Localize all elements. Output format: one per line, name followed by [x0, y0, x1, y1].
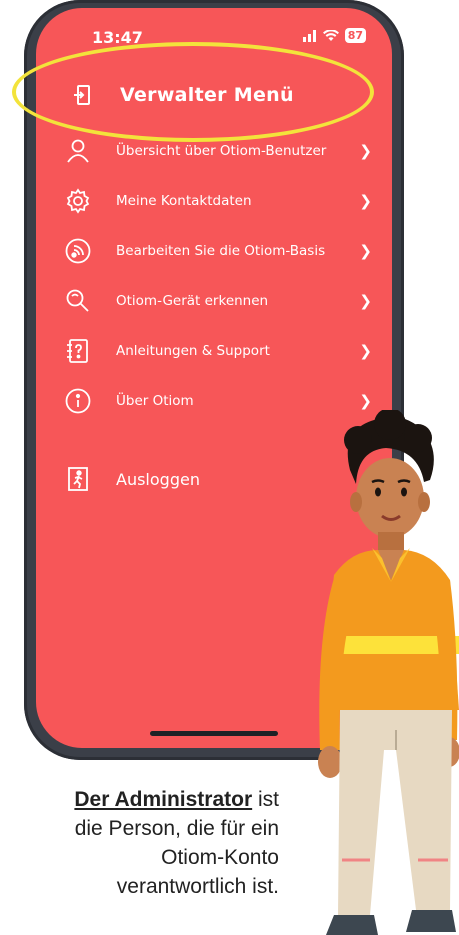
chevron-right-icon: ❯	[359, 242, 372, 260]
menu-item-contact[interactable]: Meine Kontaktdaten ❯	[56, 183, 380, 219]
menu-item-base[interactable]: Bearbeiten Sie die Otiom-Basis ❯	[56, 233, 380, 269]
admin-door-icon	[74, 85, 90, 105]
menu-item-label: Über Otiom	[116, 393, 194, 409]
chevron-right-icon: ❯	[359, 292, 372, 310]
administrator-character-illustration	[318, 410, 459, 935]
caption-line-3: Otiom-Konto	[161, 846, 279, 869]
status-time: 13:47	[92, 28, 143, 47]
gear-icon	[66, 188, 90, 214]
signal-icon	[302, 29, 317, 42]
caption-line-4: verantwortlich ist.	[116, 875, 279, 898]
caption-line-2: die Person, die für ein	[74, 817, 279, 840]
menu-item-label: Anleitungen & Support	[116, 343, 270, 359]
battery-indicator: 87	[344, 28, 366, 43]
signal-icon	[65, 238, 91, 264]
menu-header: Verwalter Menü	[72, 84, 294, 106]
logout-icon	[68, 467, 88, 491]
help-book-icon	[67, 339, 88, 363]
chevron-right-icon: ❯	[359, 342, 372, 360]
menu-item-label: Meine Kontaktdaten	[116, 193, 252, 209]
wifi-icon	[322, 29, 339, 41]
status-bar: 13:47 87	[36, 28, 392, 50]
caption-rest: ist	[252, 788, 279, 811]
chevron-right-icon: ❯	[359, 142, 372, 160]
status-icons: 87	[302, 28, 366, 43]
page-title: Verwalter Menü	[120, 84, 294, 106]
chevron-right-icon: ❯	[359, 192, 372, 210]
chevron-right-icon: ❯	[359, 392, 372, 410]
user-icon	[67, 139, 89, 163]
menu-item-label: Übersicht über Otiom-Benutzer	[116, 143, 327, 159]
caption-strong: Der Administrator	[74, 788, 253, 811]
menu-item-detect-device[interactable]: Otiom-Gerät erkennen ❯	[56, 283, 380, 319]
menu-item-label: Otiom-Gerät erkennen	[116, 293, 269, 309]
menu-item-users[interactable]: Übersicht über Otiom-Benutzer ❯	[56, 133, 380, 169]
search-device-icon	[66, 289, 89, 312]
menu-item-support[interactable]: Anleitungen & Support ❯	[56, 333, 380, 369]
home-indicator	[150, 731, 278, 736]
caption-line-1: Der Administrator ist	[19, 785, 279, 814]
info-icon	[65, 388, 91, 414]
caption-text: Der Administrator ist die Person, die fü…	[19, 785, 279, 901]
menu-item-label: Bearbeiten Sie die Otiom-Basis	[116, 243, 326, 259]
